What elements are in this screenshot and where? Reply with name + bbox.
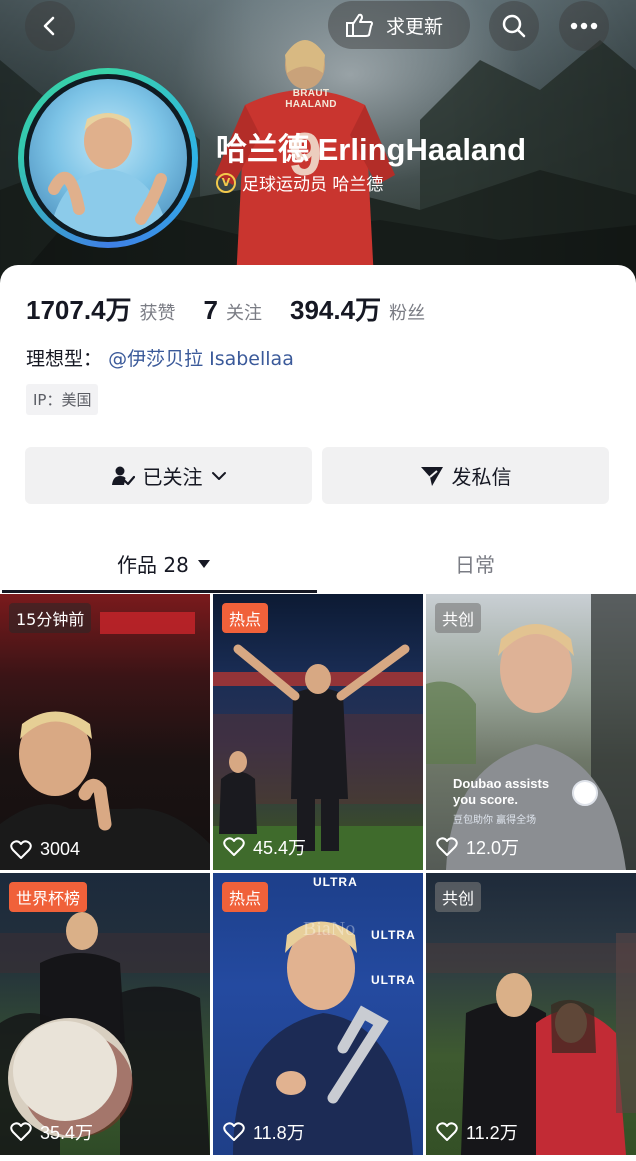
send-plane-icon	[420, 466, 443, 486]
user-check-icon	[111, 466, 135, 485]
search-icon	[502, 14, 526, 38]
avatar-gap	[24, 74, 192, 242]
video-tile[interactable]: 15分钟前 3004	[0, 594, 210, 870]
tile-likes-count: 3004	[40, 839, 81, 859]
likes-count[interactable]: 1707.4万	[26, 290, 132, 327]
tile-badge: 15分钟前	[9, 603, 92, 633]
tab-works[interactable]: 作品 28	[117, 549, 211, 578]
bio-label: 理想型：	[26, 348, 103, 370]
video-thumbnail	[0, 612, 210, 870]
tile-badge: 热点	[222, 882, 269, 912]
avatar-ring[interactable]	[18, 68, 198, 248]
heart-icon	[10, 1122, 32, 1141]
tile-likes-count: 11.2万	[466, 1123, 518, 1143]
video-tile[interactable]: 共创 11.2万	[426, 873, 636, 1155]
video-thumbnail	[213, 644, 423, 870]
tile-badge: 世界杯榜	[9, 882, 88, 912]
tile-likes: 35.4万	[10, 1119, 93, 1145]
search-button[interactable]	[489, 1, 539, 51]
heart-icon	[436, 837, 458, 856]
video-tile[interactable]: ULTRA ULTRA ULTRA BiaNo 热点 11.8万	[213, 873, 423, 1155]
tile-likes-count: 35.4万	[40, 1123, 94, 1143]
video-tile[interactable]: 热点 45.4万	[213, 594, 423, 870]
tile-likes: 45.4万	[223, 834, 306, 860]
video-thumbnail	[426, 933, 636, 1155]
following-button-label: 已关注	[142, 465, 203, 489]
heart-icon	[223, 837, 245, 856]
stats-row: 1707.4万 获赞 7 关注 394.4万 粉丝	[26, 290, 453, 327]
send-message-label: 发私信	[451, 465, 512, 489]
send-message-button[interactable]: 发私信	[322, 447, 609, 504]
jersey-name-text: BRAUT HAALAND	[285, 88, 337, 110]
following-count[interactable]: 7	[204, 295, 218, 326]
verified-text: 足球运动员 哈兰德	[242, 175, 384, 195]
tab-works-label: 作品 28	[117, 553, 189, 577]
heart-icon	[223, 1122, 245, 1141]
profile-name: 哈兰德 ErlingHaaland	[216, 132, 527, 167]
avatar-photo	[48, 113, 169, 237]
tile-likes-count: 12.0万	[466, 838, 520, 858]
heart-icon	[10, 839, 32, 859]
tile-badge: 热点	[222, 603, 269, 633]
followers-count[interactable]: 394.4万	[290, 290, 381, 327]
bio-line: 理想型： @伊莎贝拉 Isabellaa	[26, 344, 294, 371]
tile-subcaption: 豆包助你 赢得全场	[453, 815, 537, 826]
request-update-button[interactable]: 求更新	[328, 1, 470, 49]
tile-likes: 11.8万	[223, 1119, 305, 1145]
mention-link[interactable]: @伊莎贝拉 Isabellaa	[108, 348, 294, 370]
tile-likes-count: 11.8万	[253, 1123, 305, 1143]
video-tile[interactable]: 世界杯榜 35.4万	[0, 873, 210, 1155]
thumb-pointing-icon	[346, 13, 373, 37]
request-update-label: 求更新	[386, 15, 444, 38]
verified-badge-icon: V	[216, 172, 236, 193]
tab-daily[interactable]: 日常	[455, 549, 495, 578]
tile-likes: 3004	[10, 839, 80, 860]
caret-down-icon	[197, 559, 210, 568]
followers-label: 粉丝	[389, 303, 426, 324]
tile-badge: 共创	[435, 882, 482, 912]
back-button[interactable]	[25, 1, 75, 51]
chevron-left-icon	[43, 16, 55, 36]
tile-likes: 11.2万	[436, 1119, 518, 1145]
watermark-text: BiaNo	[303, 918, 356, 940]
video-thumbnail	[233, 921, 413, 1155]
video-tile[interactable]: 共创 Doubao assists you score. 豆包助你 赢得全场 1…	[426, 594, 636, 870]
active-tab-indicator	[2, 590, 317, 593]
video-thumbnail	[426, 594, 636, 870]
heart-icon	[436, 1122, 458, 1141]
following-button[interactable]: 已关注	[25, 447, 312, 504]
more-button[interactable]	[559, 1, 609, 51]
more-dots-icon	[570, 22, 598, 30]
content-tabs: 作品 28 日常	[0, 535, 636, 593]
ip-location-tag: IP：美国	[26, 384, 99, 415]
tab-daily-label: 日常	[455, 553, 495, 577]
tile-likes-count: 45.4万	[253, 838, 307, 858]
likes-label: 获赞	[139, 303, 176, 324]
avatar-sticker-icon	[572, 780, 598, 806]
profile-header: 9 BRAUT HAALAND 求更新 哈兰德 ErlingHaaland V …	[0, 0, 636, 300]
tile-caption: Doubao assists you score.	[453, 776, 550, 807]
tile-badge: 共创	[435, 603, 482, 633]
chevron-down-icon	[211, 471, 226, 480]
avatar	[29, 79, 187, 237]
tile-likes: 12.0万	[436, 834, 519, 860]
following-label: 关注	[226, 303, 262, 324]
verified-row: V 足球运动员 哈兰德	[216, 170, 383, 195]
video-thumbnail	[0, 912, 210, 1155]
